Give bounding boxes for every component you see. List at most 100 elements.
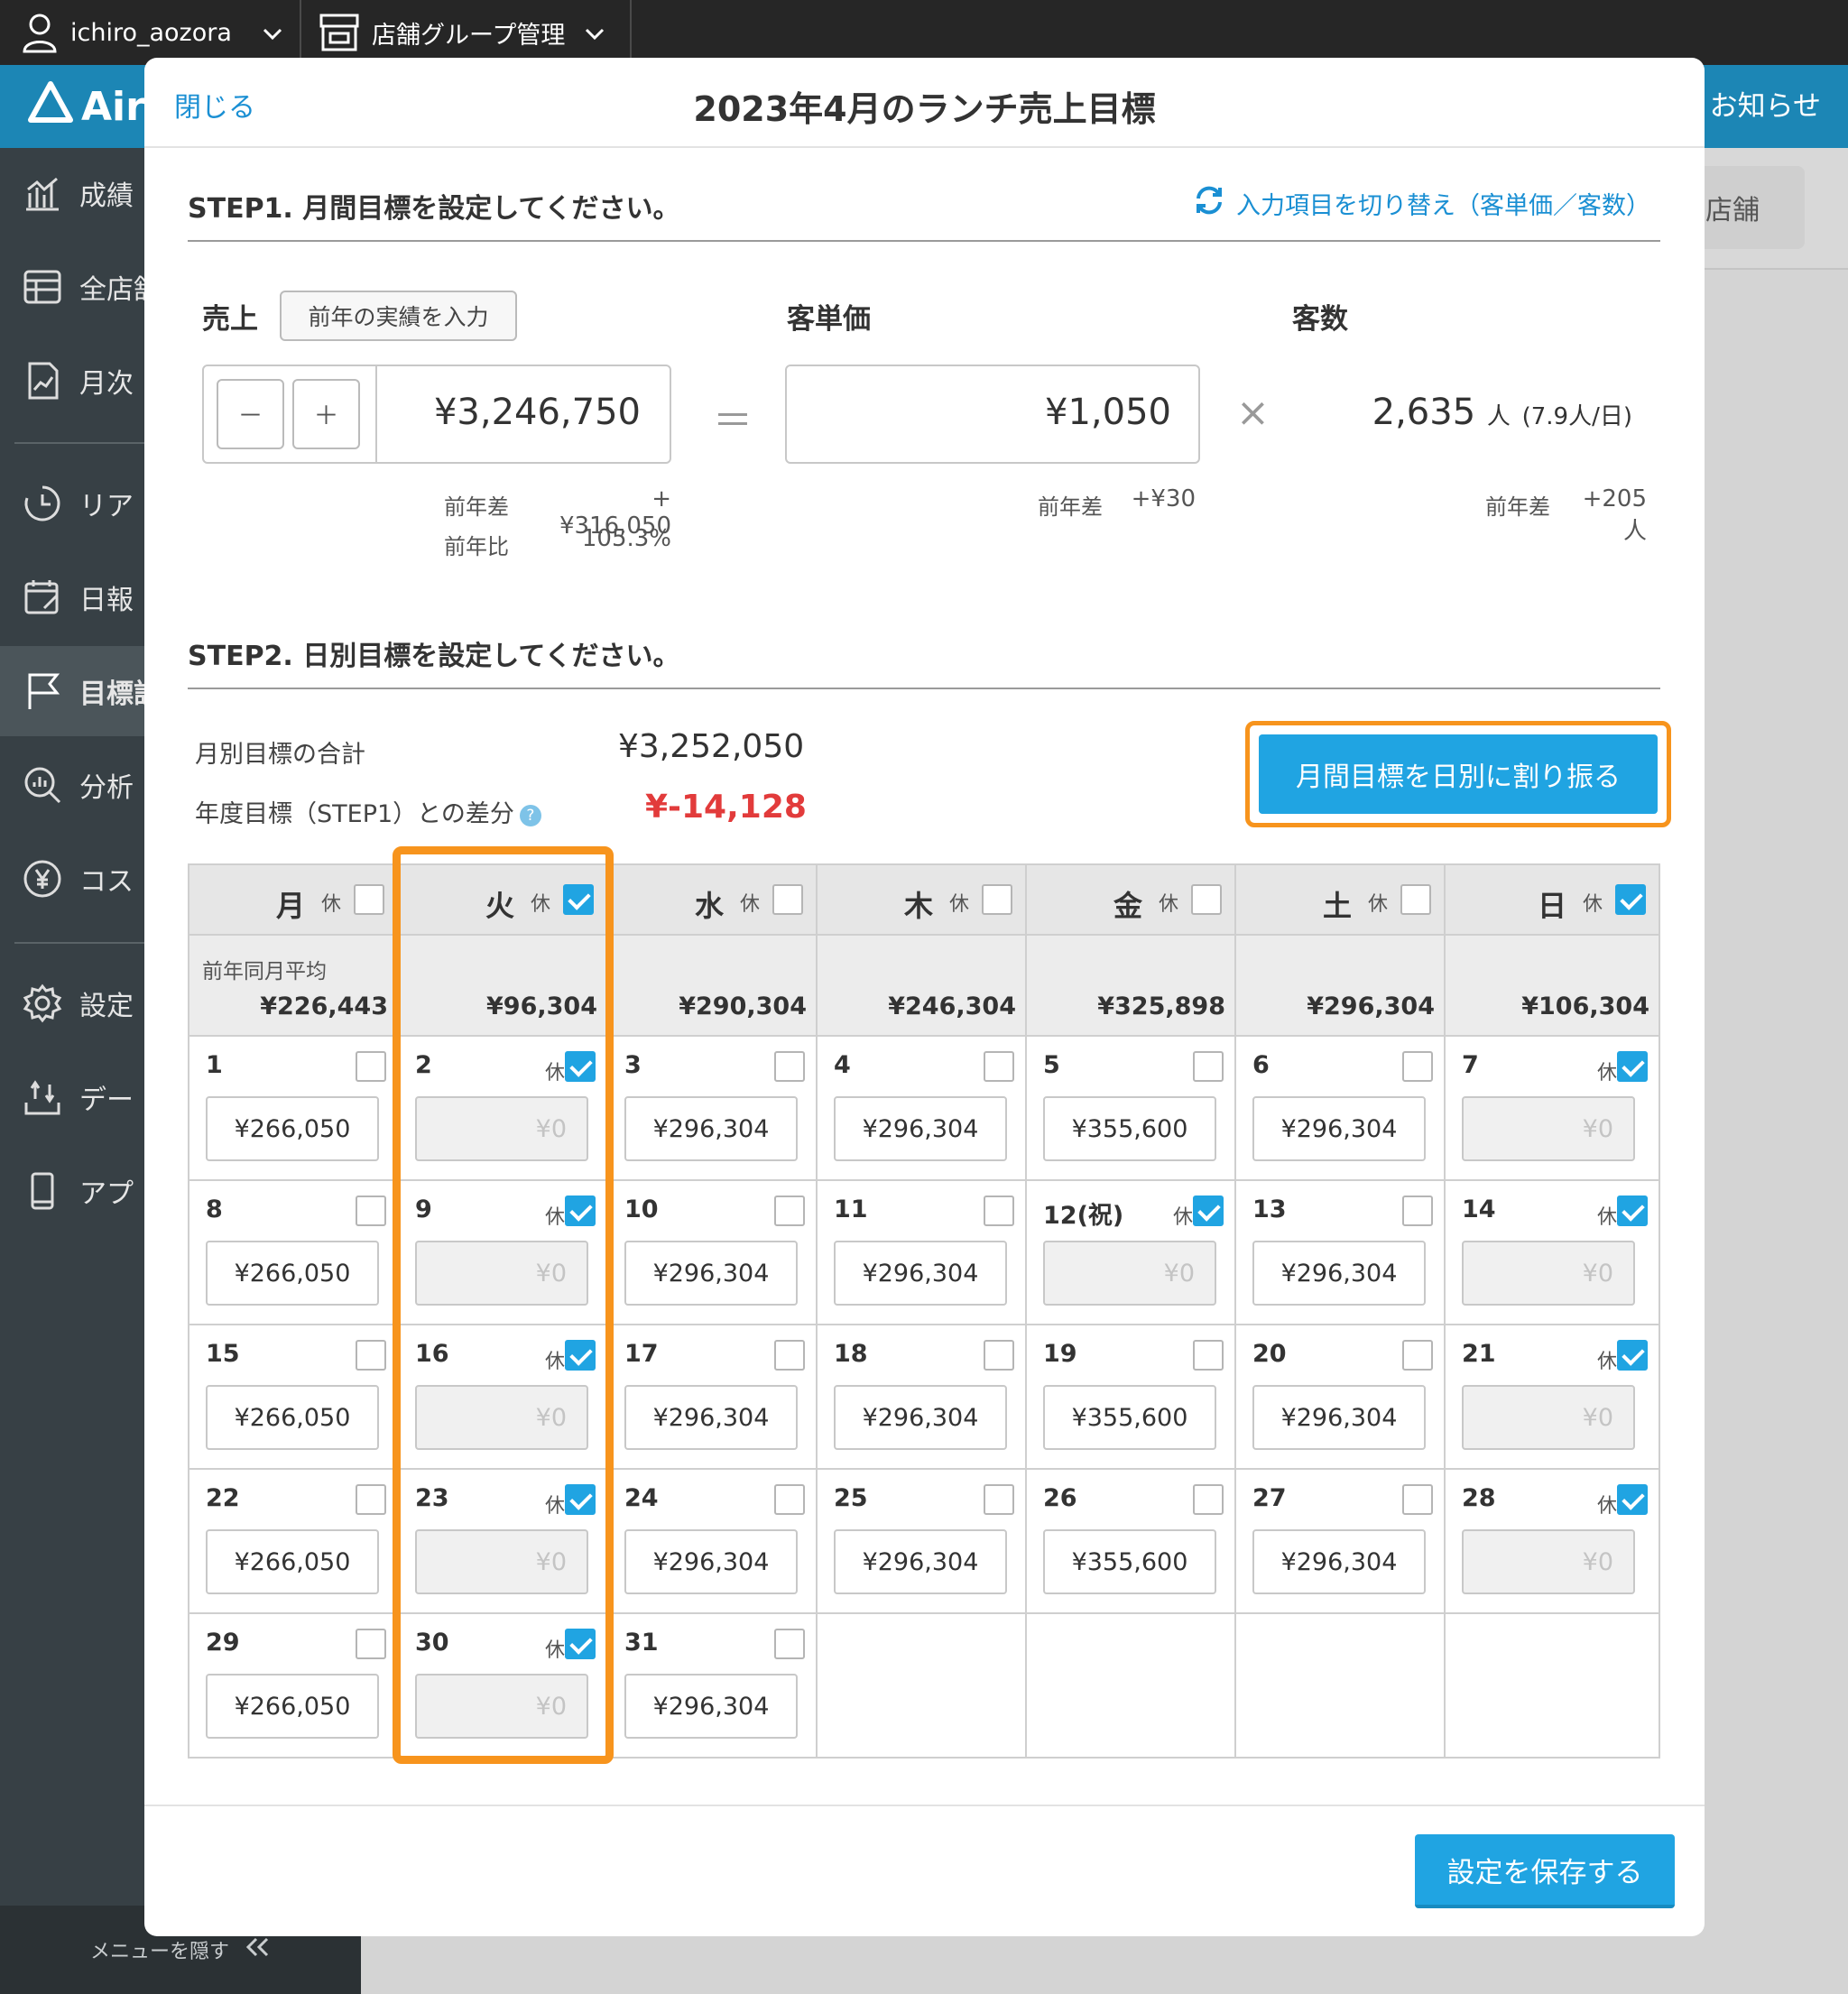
day-closed-checkbox[interactable] — [356, 1051, 386, 1082]
day-closed-checkbox[interactable] — [774, 1051, 805, 1082]
day-closed-checkbox[interactable] — [356, 1484, 386, 1515]
day-goal-input: ¥0 — [415, 1385, 588, 1450]
day-goal-input: ¥0 — [1462, 1241, 1635, 1306]
day-goal-input[interactable]: ¥296,304 — [1252, 1529, 1426, 1594]
day-goal-input[interactable]: ¥296,304 — [834, 1385, 1007, 1450]
day-goal-input[interactable]: ¥296,304 — [834, 1096, 1007, 1161]
increment-button[interactable]: ＋ — [292, 379, 360, 449]
day-goal-input[interactable]: ¥266,050 — [206, 1529, 379, 1594]
day-number: 28 — [1462, 1484, 1496, 1512]
day-closed-checkbox[interactable] — [984, 1484, 1014, 1515]
day-goal-input[interactable]: ¥296,304 — [1252, 1241, 1426, 1306]
day-closed-checkbox[interactable] — [1193, 1195, 1224, 1226]
data-icon — [20, 1075, 65, 1120]
unit-price-input[interactable]: ¥1,050 — [785, 365, 1200, 464]
day-closed-checkbox[interactable] — [356, 1629, 386, 1659]
day-closed-checkbox[interactable] — [565, 1195, 596, 1226]
day-closed-checkbox[interactable] — [356, 1195, 386, 1226]
day-goal-input[interactable]: ¥355,600 — [1043, 1096, 1216, 1161]
closed-label: 休 — [1172, 1206, 1193, 1229]
bg-store-tab[interactable]: 店舗 — [1687, 166, 1805, 249]
allocate-button[interactable]: 月間目標を日別に割り振る — [1259, 734, 1658, 814]
day-closed-checkbox[interactable] — [1617, 1195, 1648, 1226]
day-goal-input[interactable]: ¥266,050 — [206, 1096, 379, 1161]
day-closed-checkbox[interactable] — [1193, 1051, 1224, 1082]
day-goal-input[interactable]: ¥296,304 — [624, 1241, 798, 1306]
user-menu[interactable]: ichiro_aozora — [22, 0, 282, 65]
weekday-closed-checkbox[interactable] — [1615, 884, 1646, 915]
day-closed-checkbox[interactable] — [565, 1051, 596, 1082]
weekday-closed-checkbox[interactable] — [772, 884, 803, 915]
modal-header: 閉じる 2023年4月のランチ売上目標 — [144, 58, 1705, 148]
day-closed-checkbox[interactable] — [356, 1340, 386, 1371]
store-group-menu[interactable]: 店舗グループ管理 — [318, 0, 605, 65]
day-closed-checkbox[interactable] — [565, 1629, 596, 1659]
day-closed-checkbox[interactable] — [565, 1484, 596, 1515]
day-closed-checkbox[interactable] — [774, 1340, 805, 1371]
day-goal-input[interactable]: ¥296,304 — [624, 1674, 798, 1739]
day-cell: 28 休 ¥0 — [1446, 1470, 1660, 1614]
day-goal-input[interactable]: ¥296,304 — [624, 1096, 798, 1161]
day-closed-checkbox[interactable] — [1617, 1484, 1648, 1515]
day-cell: 18 ¥296,304 — [818, 1325, 1027, 1470]
day-closed-checkbox[interactable] — [984, 1340, 1014, 1371]
gap-value: ¥-14,128 — [645, 789, 807, 826]
day-closed-checkbox[interactable] — [1402, 1484, 1433, 1515]
day-closed-checkbox[interactable] — [774, 1195, 805, 1226]
day-number: 10 — [624, 1195, 659, 1223]
day-closed-checkbox[interactable] — [1193, 1340, 1224, 1371]
weekday-closed-checkbox[interactable] — [563, 884, 594, 915]
weekday-name: 日 — [1537, 889, 1566, 923]
day-goal-input: ¥0 — [415, 1241, 588, 1306]
weekday-header-fri: 金休 — [1027, 865, 1236, 936]
day-closed-checkbox[interactable] — [984, 1051, 1014, 1082]
brand-logo[interactable]: Air — [27, 80, 145, 132]
prev-year-avg-cell: ¥296,304 — [1236, 936, 1446, 1037]
weekday-header-wed: 水休 — [608, 865, 818, 936]
day-closed-checkbox[interactable] — [1402, 1195, 1433, 1226]
day-cell — [1446, 1614, 1660, 1759]
day-number: 25 — [834, 1484, 868, 1512]
closed-label: 休 — [544, 1062, 565, 1085]
sidebar-item-label: 日報 — [79, 585, 134, 616]
day-goal-input[interactable]: ¥296,304 — [1252, 1385, 1426, 1450]
weekday-closed-checkbox[interactable] — [1191, 884, 1222, 915]
day-number: 12(祝) — [1043, 1202, 1124, 1230]
weekday-closed-checkbox[interactable] — [1400, 884, 1431, 915]
sales-input[interactable]: ¥3,246,750 — [434, 392, 641, 433]
help-icon[interactable]: ? — [519, 804, 541, 826]
weekday-header-thu: 木休 — [818, 865, 1027, 936]
day-goal-input: ¥0 — [1462, 1385, 1635, 1450]
closed-label: 休 — [1367, 893, 1388, 916]
weekday-closed-checkbox[interactable] — [982, 884, 1012, 915]
day-closed-checkbox[interactable] — [565, 1340, 596, 1371]
prev-year-button[interactable]: 前年の実績を入力 — [280, 291, 517, 341]
day-number: 8 — [206, 1195, 223, 1223]
day-closed-checkbox[interactable] — [1193, 1484, 1224, 1515]
day-goal-input[interactable]: ¥296,304 — [834, 1529, 1007, 1594]
table-icon — [20, 264, 65, 309]
day-closed-checkbox[interactable] — [1617, 1340, 1648, 1371]
decrement-button[interactable]: － — [217, 379, 284, 449]
day-goal-input[interactable]: ¥355,600 — [1043, 1385, 1216, 1450]
day-goal-input[interactable]: ¥266,050 — [206, 1385, 379, 1450]
save-settings-button[interactable]: 設定を保存する — [1415, 1834, 1675, 1908]
switch-input-link[interactable]: 入力項目を切り替え（客単価／客数） — [1193, 184, 1650, 223]
day-goal-input[interactable]: ¥266,050 — [206, 1674, 379, 1739]
day-closed-checkbox[interactable] — [774, 1484, 805, 1515]
day-goal-input[interactable]: ¥296,304 — [1252, 1096, 1426, 1161]
day-goal-input[interactable]: ¥296,304 — [834, 1241, 1007, 1306]
day-closed-checkbox[interactable] — [774, 1629, 805, 1659]
day-goal-input[interactable]: ¥296,304 — [624, 1385, 798, 1450]
day-closed-checkbox[interactable] — [1402, 1051, 1433, 1082]
closed-label: 休 — [1582, 893, 1603, 916]
notice-link[interactable]: お知らせ — [1710, 83, 1821, 124]
day-goal-input[interactable]: ¥296,304 — [624, 1529, 798, 1594]
day-goal-input[interactable]: ¥266,050 — [206, 1241, 379, 1306]
day-goal-input[interactable]: ¥355,600 — [1043, 1529, 1216, 1594]
day-closed-checkbox[interactable] — [984, 1195, 1014, 1226]
day-closed-checkbox[interactable] — [1617, 1051, 1648, 1082]
weekday-closed-checkbox[interactable] — [354, 884, 384, 915]
step1-divider — [188, 240, 1660, 242]
day-closed-checkbox[interactable] — [1402, 1340, 1433, 1371]
